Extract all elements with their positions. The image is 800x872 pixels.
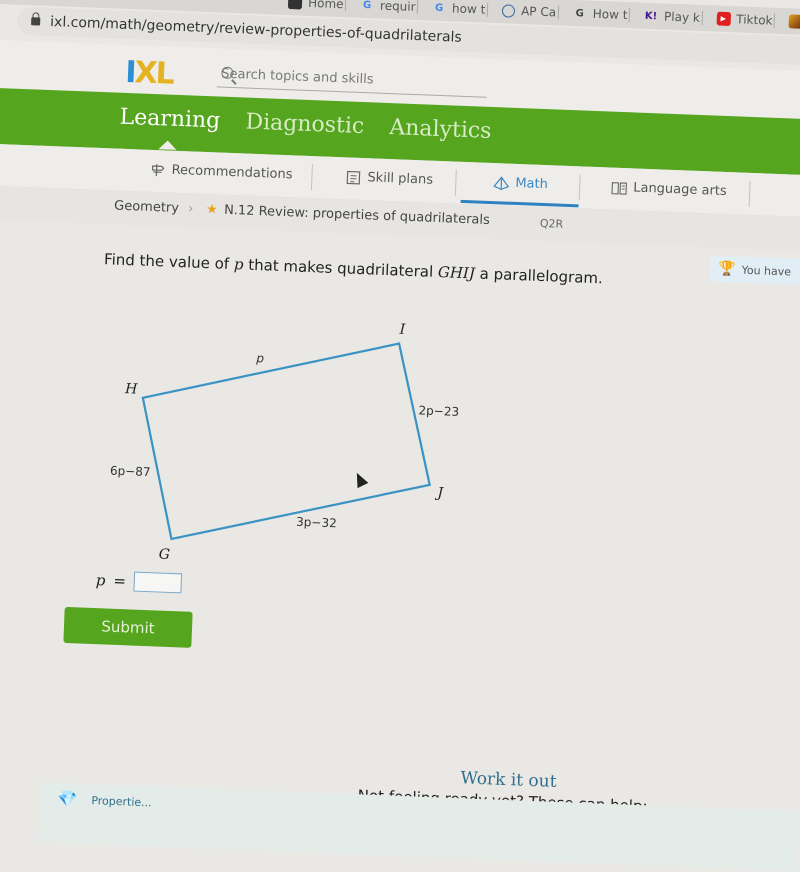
bookmark-kahoot[interactable]: K! Play k — [635, 8, 703, 25]
divider — [454, 169, 457, 196]
star-icon: ★ — [205, 202, 219, 218]
equals-sign: = — [113, 571, 127, 591]
chevron-right-icon: › — [187, 201, 194, 217]
award-badge[interactable]: 🏆 You have — [709, 255, 800, 287]
parallelogram-figure: H I J G p 2p−23 3p−32 6p−87 — [110, 322, 460, 563]
breadcrumb-subject[interactable]: Geometry — [114, 199, 179, 216]
answer-input[interactable] — [133, 571, 183, 594]
grad-cap-icon: G — [575, 7, 585, 19]
bookmark-icon — [287, 0, 303, 10]
side-label-gh: 6p−87 — [110, 464, 151, 480]
subtab-recommendations[interactable]: Recommendations — [149, 162, 293, 182]
bookmark-how-to[interactable]: G How t — [564, 5, 631, 23]
bookmark-ap-classroom[interactable]: AP Ca — [493, 2, 560, 20]
skill-code: Q2R — [539, 216, 564, 231]
answer-variable: p — [95, 571, 106, 590]
work-it-out-heading: Work it out — [460, 768, 557, 792]
gem-icon: 💎 — [57, 788, 78, 809]
side-label-hi: p — [255, 351, 265, 365]
divider — [310, 164, 313, 191]
bookmark-how[interactable]: Ghow t — [423, 0, 489, 17]
google-icon: G — [434, 2, 444, 14]
kahoot-icon: K! — [644, 10, 658, 22]
clipboard-icon — [345, 170, 362, 185]
quadrilateral-ghij — [141, 342, 432, 541]
side-label-ij: 2p−23 — [418, 403, 459, 419]
tab-analytics[interactable]: Analytics — [389, 115, 492, 144]
vertex-g: G — [159, 547, 171, 563]
pyramid-icon — [493, 175, 510, 191]
bookmark-home[interactable]: Home — [279, 0, 347, 12]
divider — [748, 180, 751, 207]
answer-row: p = — [95, 570, 183, 594]
question-text: Find the value of p that makes quadrilat… — [103, 250, 604, 288]
help-link[interactable]: Propertie... — [91, 794, 152, 809]
vertex-h: H — [124, 381, 139, 398]
bookmark-requir[interactable]: Grequir — [351, 0, 419, 15]
page: Home Grequir Ghow t AP Ca G How t K! Play … — [0, 0, 800, 872]
vertex-j: J — [434, 485, 445, 501]
tab-learning[interactable]: Learning — [119, 105, 221, 134]
breadcrumb-skill: N.12 Review: properties of quadrilateral… — [223, 202, 491, 228]
bookmark-tiktok[interactable]: ▶ Tiktok — [708, 11, 776, 28]
youtube-icon: ▶ — [716, 11, 731, 27]
app-icon — [788, 14, 800, 29]
google-icon: G — [362, 0, 372, 11]
bookmark-ch[interactable]: Ch — [780, 14, 800, 30]
apcb-icon — [501, 3, 516, 18]
side-label-jg: 3p−32 — [296, 515, 337, 531]
tab-diagnostic[interactable]: Diagnostic — [245, 110, 365, 140]
divider — [578, 174, 581, 201]
search-input[interactable]: Search topics and skills — [216, 62, 488, 98]
ixl-logo[interactable]: IXL — [125, 55, 174, 92]
subtab-language-arts[interactable]: Language arts — [611, 180, 727, 199]
search-placeholder: Search topics and skills — [221, 66, 374, 88]
trophy-icon: 🏆 — [717, 260, 736, 278]
vertex-i: I — [398, 322, 406, 338]
submit-button[interactable]: Submit — [63, 606, 193, 648]
signpost-icon — [149, 162, 166, 177]
subtab-skill-plans[interactable]: Skill plans — [345, 169, 433, 188]
lock-icon — [31, 17, 41, 26]
subtab-math[interactable]: Math — [493, 175, 548, 192]
book-icon — [611, 180, 628, 195]
